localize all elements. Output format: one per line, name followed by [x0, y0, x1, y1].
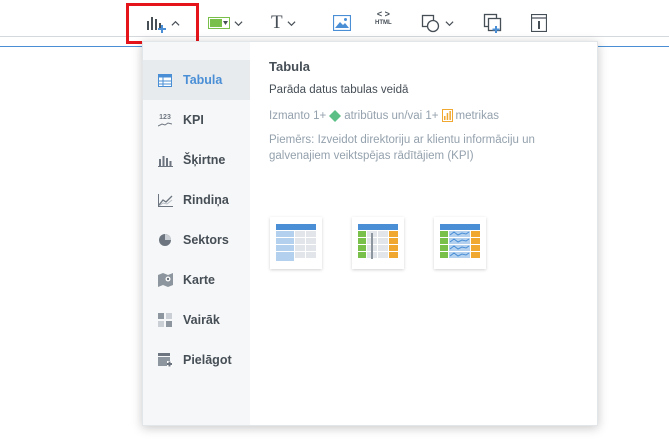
more-icon — [157, 312, 173, 328]
chevron-down-icon — [287, 20, 296, 26]
sidebar-item-label: Rindiņa — [183, 193, 229, 207]
table-basic-icon — [276, 224, 316, 261]
sidebar-item-kpi[interactable]: 123 KPI — [143, 100, 250, 140]
table-variant-grouped[interactable] — [352, 217, 404, 269]
kpi-icon: 123 — [157, 112, 173, 128]
sidebar-item-pielagot[interactable]: Pielāgot — [143, 340, 250, 380]
custom-icon — [157, 352, 173, 368]
sidebar-item-label: Pielāgot — [183, 353, 232, 367]
sidebar-item-sektors[interactable]: Sektors — [143, 220, 250, 260]
sidebar-item-vairak[interactable]: Vairāk — [143, 300, 250, 340]
attribute-icon — [329, 109, 342, 122]
text-button[interactable]: T — [271, 8, 296, 38]
selection-highlight — [126, 3, 199, 44]
sidebar-item-tabula[interactable]: Tabula — [143, 60, 250, 100]
requires-metrics: metrikas — [455, 109, 499, 122]
column-chart-icon — [157, 152, 173, 168]
filter-icon — [208, 17, 230, 29]
info-button[interactable] — [531, 8, 547, 38]
detail-requirements: Izmanto 1+ atribūtus un/vai 1+ metrikas — [269, 109, 499, 122]
app-page: T < > HTML Tabula 123 KPI Šķirtne Rindiņ… — [0, 0, 669, 444]
shapes-icon — [421, 14, 440, 33]
requires-prefix: Izmanto 1+ — [269, 109, 327, 122]
sidebar-item-label: KPI — [183, 113, 204, 127]
visualization-type-list: Tabula 123 KPI Šķirtne Rindiņa Sektors K… — [143, 42, 250, 425]
table-variant-basic[interactable] — [270, 217, 322, 269]
image-button[interactable] — [333, 8, 351, 38]
toolbar: T < > HTML — [0, 0, 669, 47]
sidebar-item-karte[interactable]: Karte — [143, 260, 250, 300]
html-button[interactable]: < > HTML — [375, 9, 392, 39]
sidebar-item-label: Tabula — [183, 73, 223, 87]
table-grouped-icon — [358, 224, 398, 259]
sidebar-item-skirtne[interactable]: Šķirtne — [143, 140, 250, 180]
table-sparkline-icon — [440, 224, 480, 258]
sidebar-item-label: Karte — [183, 273, 215, 287]
metric-icon — [441, 109, 453, 122]
detail-example: Piemērs: Izveidot direktoriju ar klientu… — [269, 134, 535, 162]
text-icon: T — [271, 12, 283, 33]
sidebar-item-label: Sektors — [183, 233, 229, 247]
image-icon — [333, 15, 351, 31]
line-chart-icon — [157, 192, 173, 208]
kpi-icon-glyph: 123 — [159, 113, 171, 121]
requires-attributes: atribūtus un/vai 1+ — [344, 109, 439, 122]
html-icon: HTML — [375, 20, 392, 26]
table-icon — [157, 72, 173, 88]
sidebar-item-label: Šķirtne — [183, 153, 226, 167]
pie-chart-icon — [157, 232, 173, 248]
sidebar-item-label: Vairāk — [183, 313, 220, 327]
filter-button[interactable] — [208, 8, 243, 38]
duplicate-icon — [483, 13, 502, 33]
shapes-button[interactable] — [421, 8, 454, 38]
visualization-dropdown: Tabula 123 KPI Šķirtne Rindiņa Sektors K… — [142, 41, 598, 426]
visualization-detail: Tabula Parāda datus tabulas veidā Izmant… — [269, 42, 594, 425]
detail-title: Tabula — [269, 59, 310, 74]
info-icon — [531, 14, 547, 32]
chevron-down-icon — [445, 20, 454, 26]
table-variant-sparkline[interactable] — [434, 217, 486, 269]
sidebar-item-rindina[interactable]: Rindiņa — [143, 180, 250, 220]
code-icon: < > — [376, 9, 390, 19]
chevron-down-icon — [234, 20, 243, 26]
detail-subtitle: Parāda datus tabulas veidā — [269, 84, 409, 96]
duplicate-button[interactable] — [483, 8, 503, 38]
map-icon — [157, 272, 173, 288]
